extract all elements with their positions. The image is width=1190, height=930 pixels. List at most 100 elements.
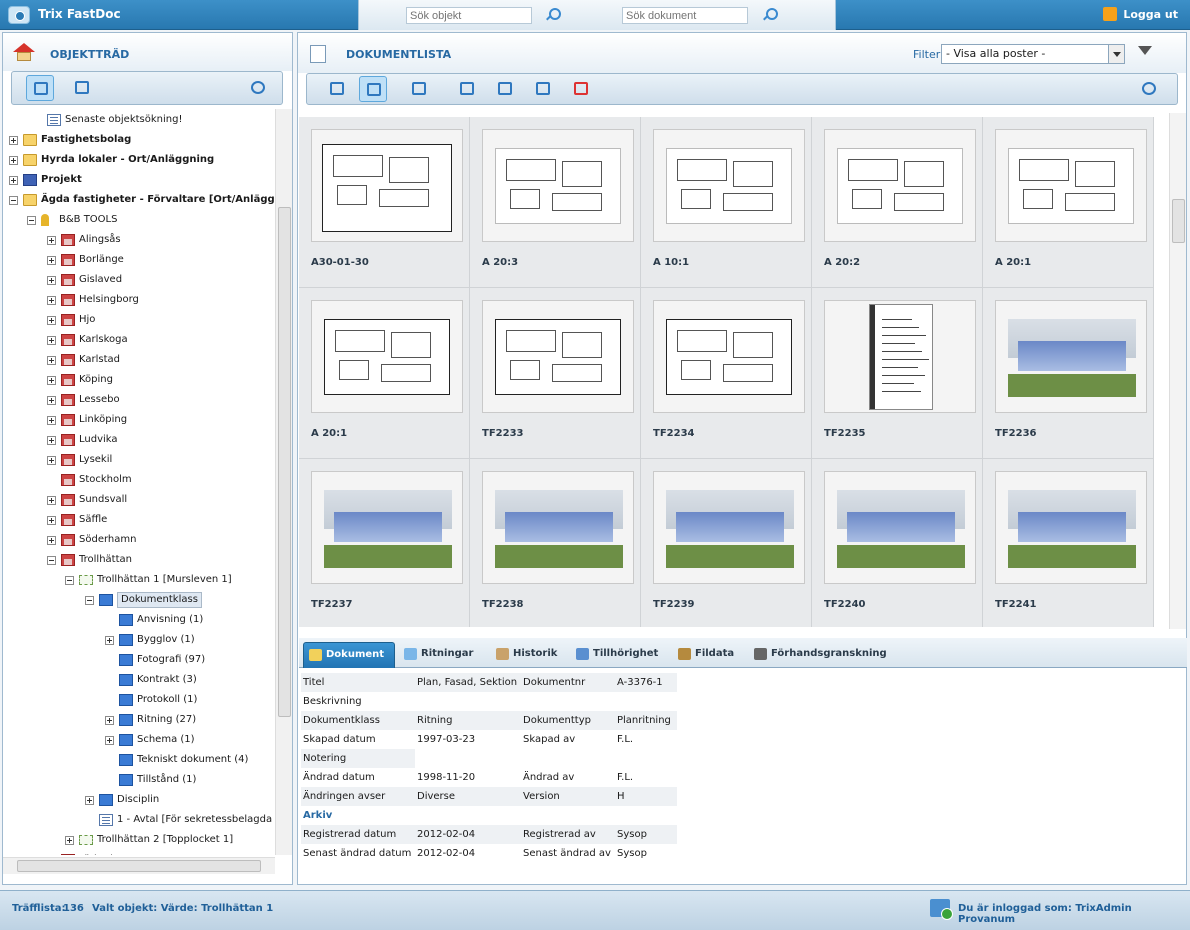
tab-label: Ritningar bbox=[421, 648, 474, 659]
expand-icon[interactable] bbox=[47, 296, 56, 305]
document-card[interactable]: TF2234 bbox=[641, 288, 812, 459]
document-card[interactable]: A 20:3 bbox=[470, 117, 641, 288]
tab-fildata[interactable]: Fildata bbox=[673, 642, 734, 668]
tab-dokument[interactable]: Dokument bbox=[303, 642, 396, 668]
tab-förhandsgranskning[interactable]: Förhandsgranskning bbox=[749, 642, 887, 668]
tree-horizontal-scrollbar[interactable] bbox=[3, 857, 275, 874]
document-card[interactable]: A 20:1 bbox=[299, 288, 470, 459]
scroll-thumb[interactable] bbox=[1172, 199, 1185, 243]
document-thumbnail[interactable] bbox=[824, 300, 976, 413]
document-thumbnail[interactable] bbox=[824, 471, 976, 584]
expand-icon[interactable] bbox=[105, 636, 114, 645]
expand-icon[interactable] bbox=[85, 796, 94, 805]
tab-historik[interactable]: Historik bbox=[491, 642, 557, 668]
document-card[interactable]: TF2239 bbox=[641, 459, 812, 627]
preview-button[interactable] bbox=[529, 76, 557, 102]
document-label: A30-01-30 bbox=[311, 257, 369, 268]
document-card[interactable]: TF2238 bbox=[470, 459, 641, 627]
search-icon[interactable] bbox=[545, 8, 561, 22]
document-card[interactable]: TF2240 bbox=[812, 459, 983, 627]
expand-icon[interactable] bbox=[9, 156, 18, 165]
document-card[interactable]: A 20:1 bbox=[983, 117, 1154, 288]
document-card[interactable]: A 10:1 bbox=[641, 117, 812, 288]
document-thumbnail[interactable] bbox=[995, 471, 1147, 584]
document-card[interactable]: TF2236 bbox=[983, 288, 1154, 459]
tab-ritningar[interactable]: Ritningar bbox=[399, 642, 473, 668]
collapse-icon[interactable] bbox=[27, 216, 36, 225]
settings-menu-button[interactable] bbox=[1135, 76, 1163, 102]
search-object-input[interactable] bbox=[406, 7, 532, 24]
tree-node-label: Ritning (27) bbox=[137, 714, 197, 725]
building-icon bbox=[61, 254, 75, 266]
document-thumbnail[interactable] bbox=[995, 300, 1147, 413]
expand-icon[interactable] bbox=[47, 276, 56, 285]
document-thumbnail[interactable] bbox=[653, 129, 805, 242]
grid-vertical-scrollbar[interactable] bbox=[1169, 113, 1186, 629]
expand-icon[interactable] bbox=[47, 256, 56, 265]
document-card[interactable]: TF2233 bbox=[470, 288, 641, 459]
select-button[interactable] bbox=[491, 76, 519, 102]
document-card[interactable]: A30-01-30 bbox=[299, 117, 470, 288]
document-thumbnail[interactable] bbox=[482, 471, 634, 584]
expand-icon[interactable] bbox=[9, 136, 18, 145]
first-page-button[interactable] bbox=[453, 76, 481, 102]
document-label: TF2240 bbox=[824, 599, 866, 610]
expand-icon[interactable] bbox=[47, 336, 56, 345]
expand-icon[interactable] bbox=[105, 736, 114, 745]
tree-node-label: Protokoll (1) bbox=[137, 694, 198, 705]
detail-tabs: Dokument Ritningar Historik Tillhörighet Fil… bbox=[299, 638, 1187, 668]
expand-icon[interactable] bbox=[105, 716, 114, 725]
expand-icon[interactable] bbox=[47, 236, 56, 245]
expand-icon[interactable] bbox=[47, 496, 56, 505]
tab-tillhörighet[interactable]: Tillhörighet bbox=[571, 642, 658, 668]
expand-icon[interactable] bbox=[47, 516, 56, 525]
document-card[interactable]: TF2241 bbox=[983, 459, 1154, 627]
expand-icon[interactable] bbox=[47, 456, 56, 465]
search-tree-button[interactable] bbox=[68, 75, 96, 101]
thumbnail-view-button[interactable] bbox=[359, 76, 387, 102]
expand-icon[interactable] bbox=[47, 416, 56, 425]
expand-icon[interactable] bbox=[65, 836, 74, 845]
collapse-icon[interactable] bbox=[47, 556, 56, 565]
document-thumbnail[interactable] bbox=[311, 129, 463, 242]
search-icon[interactable] bbox=[762, 8, 778, 22]
document-thumbnail[interactable] bbox=[482, 129, 634, 242]
filter-funnel-icon[interactable] bbox=[1138, 46, 1152, 55]
document-thumbnail[interactable] bbox=[311, 471, 463, 584]
filter-select[interactable]: - Visa alla poster - bbox=[941, 44, 1125, 64]
collapse-icon[interactable] bbox=[65, 576, 74, 585]
document-thumbnail[interactable] bbox=[824, 129, 976, 242]
document-thumbnail[interactable] bbox=[995, 129, 1147, 242]
expand-icon[interactable] bbox=[9, 176, 18, 185]
expand-icon[interactable] bbox=[47, 536, 56, 545]
collapse-icon[interactable] bbox=[85, 596, 94, 605]
document-thumbnail[interactable] bbox=[482, 300, 634, 413]
print-button[interactable] bbox=[405, 76, 433, 102]
expand-icon[interactable] bbox=[47, 396, 56, 405]
expand-icon[interactable] bbox=[47, 376, 56, 385]
logout-link[interactable]: Logga ut bbox=[1103, 7, 1178, 21]
expand-icon[interactable] bbox=[47, 436, 56, 445]
search-document-input[interactable] bbox=[622, 7, 748, 24]
document-thumbnail[interactable] bbox=[311, 300, 463, 413]
collapse-icon[interactable] bbox=[9, 196, 18, 205]
property-key: Titel bbox=[303, 677, 325, 688]
tree-view-button[interactable] bbox=[26, 75, 54, 101]
tree-node-label: Senaste objektsökning! bbox=[65, 114, 183, 125]
open-document-button[interactable] bbox=[323, 76, 351, 102]
scroll-thumb[interactable] bbox=[278, 207, 291, 717]
expand-icon[interactable] bbox=[47, 356, 56, 365]
document-card[interactable]: A 20:2 bbox=[812, 117, 983, 288]
scroll-thumb[interactable] bbox=[17, 860, 261, 872]
document-thumbnail[interactable] bbox=[653, 300, 805, 413]
property-value: Sysop bbox=[617, 848, 647, 859]
expand-icon[interactable] bbox=[47, 316, 56, 325]
settings-button[interactable] bbox=[244, 75, 272, 101]
document-thumbnail[interactable] bbox=[653, 471, 805, 584]
property-key: Ändrad av bbox=[523, 772, 575, 783]
document-card[interactable]: TF2237 bbox=[299, 459, 470, 627]
chevron-down-icon[interactable] bbox=[1108, 45, 1124, 63]
document-card[interactable]: TF2235 bbox=[812, 288, 983, 459]
delete-button[interactable] bbox=[567, 76, 595, 102]
tree-vertical-scrollbar[interactable] bbox=[275, 109, 292, 855]
